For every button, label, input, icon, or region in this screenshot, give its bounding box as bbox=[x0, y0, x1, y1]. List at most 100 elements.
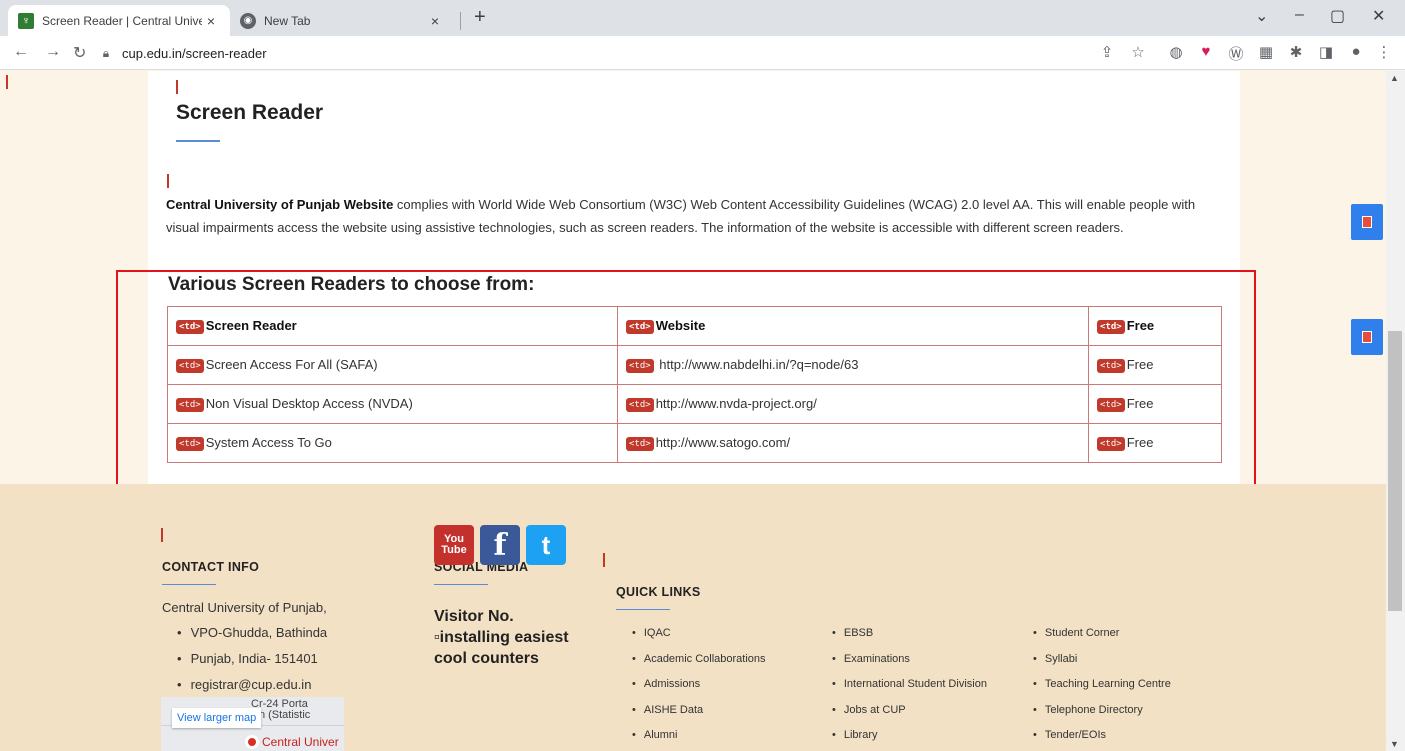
tab-close-icon[interactable]: × bbox=[202, 13, 220, 29]
quick-links-col2: EBSB Examinations International Student … bbox=[832, 621, 987, 749]
view-larger-map-link[interactable]: View larger map bbox=[172, 708, 262, 728]
focus-marker bbox=[161, 528, 163, 542]
scroll-down-arrow-icon[interactable]: ▼ bbox=[1390, 739, 1399, 749]
header-website: Website bbox=[655, 318, 706, 333]
browser-toolbar: ← → ↻ 🔒︎ cup.edu.in/screen-reader ⇪ ☆ ◍ … bbox=[0, 36, 1405, 70]
bookmark-star-icon[interactable]: ☆ bbox=[1128, 43, 1148, 61]
floating-tool-button[interactable] bbox=[1351, 204, 1383, 240]
youtube-tube: Tube bbox=[441, 544, 467, 556]
table-cell: <td> http://www.satogo.com/ bbox=[617, 423, 1089, 463]
page-title: Screen Reader bbox=[176, 101, 324, 124]
quick-links-col1: IQAC Academic Collaborations Admissions … bbox=[632, 621, 766, 749]
clipboard-icon bbox=[1362, 216, 1372, 228]
reader-name: Screen Access For All (SAFA) bbox=[205, 357, 378, 372]
title-underline bbox=[176, 140, 220, 142]
table-cell: <td> Screen Access For All (SAFA) bbox=[167, 345, 618, 385]
embedded-map[interactable]: Cr-24 Porta ɔin (Statistic View larger ma… bbox=[161, 697, 344, 751]
profile-avatar-icon[interactable]: ● bbox=[1346, 43, 1366, 60]
quick-link[interactable]: AISHE Data bbox=[632, 698, 766, 724]
quick-link[interactable]: IQAC bbox=[632, 621, 766, 647]
scrollbar-thumb[interactable] bbox=[1388, 331, 1402, 611]
td-tag-badge: <td> bbox=[176, 320, 204, 334]
td-tag-badge: <td> bbox=[1097, 320, 1125, 334]
quick-link[interactable]: Library bbox=[832, 723, 987, 749]
extension-w-icon[interactable]: Ⓦ bbox=[1226, 43, 1246, 64]
browser-menu-icon[interactable]: ⋮ bbox=[1374, 43, 1394, 61]
focus-marker bbox=[603, 553, 605, 567]
lock-icon[interactable]: 🔒︎ bbox=[98, 46, 114, 61]
visitor-counter: Visitor No. ▫installing easiest cool cou… bbox=[434, 606, 594, 669]
contact-region: Punjab, India- 151401 bbox=[177, 646, 327, 672]
extensions-puzzle-icon[interactable]: ✱ bbox=[1286, 43, 1306, 61]
table-header-row: <td> Screen Reader <td> Website <td> Free bbox=[167, 306, 1222, 346]
quick-link[interactable]: Alumni bbox=[632, 723, 766, 749]
floating-tool-button[interactable] bbox=[1351, 319, 1383, 355]
minimize-button[interactable]: – bbox=[1295, 6, 1304, 24]
contact-heading: CONTACT INFO bbox=[162, 560, 260, 574]
quick-link[interactable]: Jobs at CUP bbox=[832, 698, 987, 724]
facebook-icon[interactable]: f bbox=[480, 525, 520, 565]
focus-marker bbox=[176, 80, 178, 94]
close-window-button[interactable]: ✕ bbox=[1372, 6, 1385, 26]
quick-link[interactable]: Examinations bbox=[832, 647, 987, 673]
twitter-icon[interactable]: t bbox=[526, 525, 566, 565]
tab-new-tab[interactable]: ◉ New Tab × bbox=[230, 5, 454, 36]
quick-link[interactable]: Academic Collaborations bbox=[632, 647, 766, 673]
extension-heart-icon[interactable]: ♥ bbox=[1196, 43, 1216, 60]
td-tag-badge: <td> bbox=[176, 437, 204, 451]
td-tag-badge: <td> bbox=[1097, 359, 1125, 373]
youtube-icon[interactable]: You Tube bbox=[434, 525, 474, 565]
td-tag-badge: <td> bbox=[626, 398, 654, 412]
reload-icon[interactable]: ↻ bbox=[73, 43, 86, 63]
scroll-up-arrow-icon[interactable]: ▲ bbox=[1390, 73, 1399, 83]
share-icon[interactable]: ⇪ bbox=[1097, 43, 1117, 61]
quick-link[interactable]: Student Corner bbox=[1033, 621, 1171, 647]
quick-link[interactable]: Teaching Learning Centre bbox=[1033, 672, 1171, 698]
contact-name: Central University of Punjab, bbox=[162, 600, 327, 615]
heading-underline bbox=[162, 584, 216, 585]
table-cell: <td> Free bbox=[1088, 345, 1222, 385]
quick-link[interactable]: Tender/EOIs bbox=[1033, 723, 1171, 749]
section-heading: Various Screen Readers to choose from: bbox=[168, 274, 535, 295]
td-tag-badge: <td> bbox=[1097, 398, 1125, 412]
quick-link[interactable]: International Student Division bbox=[832, 672, 987, 698]
address-bar[interactable]: 🔒︎ cup.edu.in/screen-reader bbox=[98, 40, 1174, 66]
table-cell: <td> Free bbox=[1088, 423, 1222, 463]
quick-link[interactable]: Syllabi bbox=[1033, 647, 1171, 673]
map-pin-icon bbox=[245, 735, 259, 749]
page-viewport: Screen Reader Central University of Punj… bbox=[0, 71, 1405, 751]
header-free: Free bbox=[1126, 318, 1155, 333]
maximize-button[interactable]: ▢ bbox=[1330, 6, 1345, 26]
forward-arrow-icon[interactable]: → bbox=[45, 43, 61, 61]
td-tag-badge: <td> bbox=[626, 320, 654, 334]
quick-link[interactable]: EBSB bbox=[832, 621, 987, 647]
new-tab-button[interactable]: + bbox=[474, 6, 486, 29]
focus-marker bbox=[6, 75, 8, 89]
intro-bold-text: Central University of Punjab Website bbox=[166, 197, 394, 212]
td-tag-badge: <td> bbox=[626, 359, 654, 373]
reader-free: Free bbox=[1126, 357, 1154, 372]
extension-new-icon[interactable]: ▦ bbox=[1256, 43, 1276, 61]
reader-free: Free bbox=[1126, 435, 1154, 450]
extension-globe-icon[interactable]: ◍ bbox=[1166, 43, 1186, 61]
reader-name: Non Visual Desktop Access (NVDA) bbox=[205, 396, 413, 411]
table-cell: <td> System Access To Go bbox=[167, 423, 618, 463]
focus-marker bbox=[167, 174, 169, 188]
table-cell: <td> http://www.nvda-project.org/ bbox=[617, 384, 1089, 424]
tab-search-icon[interactable]: ⌄ bbox=[1255, 6, 1268, 26]
back-arrow-icon[interactable]: ← bbox=[13, 43, 29, 61]
clipboard-icon bbox=[1362, 331, 1372, 343]
contact-email[interactable]: registrar@cup.edu.in bbox=[177, 672, 327, 698]
url-text[interactable]: cup.edu.in/screen-reader bbox=[122, 46, 267, 61]
table-cell: <td> http://www.nabdelhi.in/?q=node/63 bbox=[617, 345, 1089, 385]
table-row: <td> System Access To Go <td> http://www.s… bbox=[167, 423, 1222, 463]
header-screen-reader: Screen Reader bbox=[205, 318, 297, 333]
side-panel-icon[interactable]: ◨ bbox=[1316, 43, 1336, 61]
tab-close-icon[interactable]: × bbox=[426, 13, 444, 29]
counter-broken-image[interactable]: ▫installing easiest cool counters bbox=[434, 627, 594, 669]
tab-screen-reader[interactable]: ♆ Screen Reader | Central Universit × bbox=[8, 5, 230, 36]
reader-name: System Access To Go bbox=[205, 435, 332, 450]
quick-link[interactable]: Telephone Directory bbox=[1033, 698, 1171, 724]
table-header-cell: <td> Free bbox=[1088, 306, 1222, 346]
quick-link[interactable]: Admissions bbox=[632, 672, 766, 698]
